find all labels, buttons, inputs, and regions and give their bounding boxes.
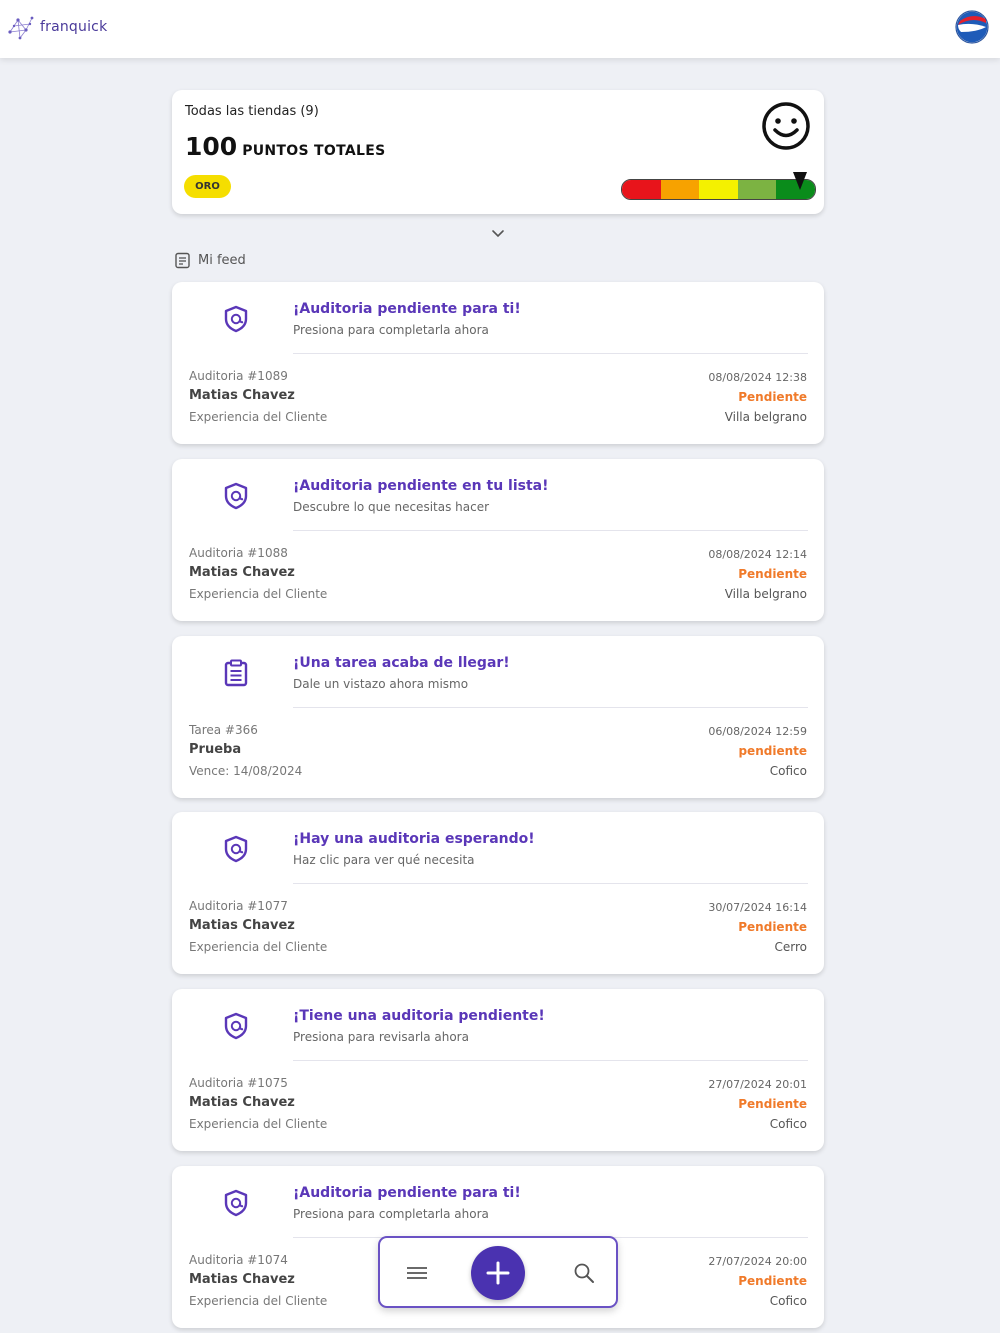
add-button[interactable] bbox=[471, 1246, 525, 1300]
feed-card-status: Pendiente bbox=[738, 1274, 807, 1288]
feed-card[interactable]: ¡Tiene una auditoria pendiente! Presiona … bbox=[172, 989, 824, 1151]
shield-audit-icon bbox=[224, 1012, 248, 1040]
meter-pointer-icon bbox=[793, 172, 808, 190]
feed-card-status: Pendiente bbox=[738, 1097, 807, 1111]
shield-audit-icon bbox=[224, 1189, 248, 1217]
feed-card-person: Matias Chavez bbox=[189, 565, 295, 580]
feed-card-datetime: 08/08/2024 12:14 bbox=[708, 548, 807, 561]
feed-card-person: Matias Chavez bbox=[189, 388, 295, 403]
pepsi-logo-icon[interactable] bbox=[955, 10, 989, 44]
app-logo[interactable]: franquick bbox=[6, 12, 107, 42]
feed-card-reference: Tarea #366 bbox=[189, 723, 258, 737]
feed-card-person: Matias Chavez bbox=[189, 1095, 295, 1110]
feed-card-status: Pendiente bbox=[738, 390, 807, 404]
performance-meter bbox=[621, 179, 816, 200]
chevron-down-icon[interactable] bbox=[490, 226, 506, 242]
feed-card-store: Cofico bbox=[769, 1294, 807, 1308]
feed-header: Mi feed bbox=[174, 252, 246, 269]
divider bbox=[293, 353, 808, 354]
feed-header-label: Mi feed bbox=[198, 253, 246, 268]
feed-card-subtitle: Dale un vistazo ahora mismo bbox=[293, 677, 469, 691]
feed-card-title: ¡Una tarea acaba de llegar! bbox=[293, 655, 510, 671]
feed-card-title: ¡Auditoria pendiente para ti! bbox=[293, 1185, 521, 1201]
network-logo-icon bbox=[8, 16, 34, 40]
feed-card-datetime: 27/07/2024 20:00 bbox=[708, 1255, 807, 1268]
feed-card-store: Villa belgrano bbox=[724, 587, 807, 601]
feed-card-datetime: 30/07/2024 16:14 bbox=[708, 901, 807, 914]
feed-card-subtitle: Haz clic para ver qué necesita bbox=[293, 853, 475, 867]
points-label: Puntos totales bbox=[242, 143, 386, 159]
feed-card-reference: Auditoria #1074 bbox=[189, 1253, 288, 1267]
feed-card[interactable]: ¡Auditoria pendiente para ti! Presiona pa… bbox=[172, 282, 824, 444]
stores-label: Todas las tiendas (9) bbox=[185, 104, 319, 119]
meter-segment bbox=[699, 180, 738, 199]
feed-card-datetime: 06/08/2024 12:59 bbox=[708, 725, 807, 738]
feed-card[interactable]: ¡Hay una auditoria esperando! Haz clic pa… bbox=[172, 812, 824, 974]
feed-card-store: Villa belgrano bbox=[724, 410, 807, 424]
level-badge: ORO bbox=[184, 175, 231, 198]
divider bbox=[293, 707, 808, 708]
search-icon[interactable] bbox=[573, 1262, 595, 1284]
hamburger-menu-icon[interactable] bbox=[405, 1263, 429, 1283]
divider bbox=[293, 530, 808, 531]
document-icon bbox=[175, 252, 190, 269]
feed-card-category: Experiencia del Cliente bbox=[189, 587, 328, 601]
feed-card-store: Cofico bbox=[769, 764, 807, 778]
clipboard-task-icon bbox=[224, 659, 248, 687]
feed-card-person: Prueba bbox=[189, 742, 242, 757]
feed-card-title: ¡Hay una auditoria esperando! bbox=[293, 831, 535, 847]
feed-card-title: ¡Auditoria pendiente para ti! bbox=[293, 301, 521, 317]
smiley-face-icon bbox=[762, 102, 810, 150]
top-bar: franquick bbox=[0, 0, 1000, 58]
bottom-navigation bbox=[378, 1236, 618, 1308]
meter-segment bbox=[737, 180, 777, 199]
divider bbox=[293, 1060, 808, 1061]
feed-card[interactable]: ¡Auditoria pendiente en tu lista! Descubr… bbox=[172, 459, 824, 621]
feed-card-reference: Auditoria #1075 bbox=[189, 1076, 288, 1090]
feed-card-status: Pendiente bbox=[738, 920, 807, 934]
points-summary-card[interactable]: Todas las tiendas (9) 100 Puntos totales… bbox=[172, 90, 824, 214]
feed-card-category: Experiencia del Cliente bbox=[189, 940, 328, 954]
feed-card-reference: Auditoria #1077 bbox=[189, 899, 288, 913]
feed-card-store: Cofico bbox=[769, 1117, 807, 1131]
meter-segment bbox=[622, 180, 661, 199]
total-points: 100 Puntos totales bbox=[185, 132, 385, 161]
shield-audit-icon bbox=[224, 482, 248, 510]
app-name: franquick bbox=[40, 19, 108, 35]
feed-card-subtitle: Presiona para revisarla ahora bbox=[293, 1030, 469, 1044]
meter-segment bbox=[660, 180, 700, 199]
plus-icon bbox=[486, 1261, 510, 1285]
feed-card-person: Matias Chavez bbox=[189, 1272, 295, 1287]
feed-card-category: Experiencia del Cliente bbox=[189, 1117, 328, 1131]
feed-card-category: Experiencia del Cliente bbox=[189, 410, 328, 424]
divider bbox=[293, 883, 808, 884]
feed-card-person: Matias Chavez bbox=[189, 918, 295, 933]
feed-card-subtitle: Descubre lo que necesitas hacer bbox=[293, 500, 490, 514]
shield-audit-icon bbox=[224, 835, 248, 863]
feed-card-reference: Auditoria #1088 bbox=[189, 546, 288, 560]
feed-card-status: Pendiente bbox=[738, 567, 807, 581]
feed-card-status: pendiente bbox=[738, 744, 807, 758]
feed-card-datetime: 08/08/2024 12:38 bbox=[708, 371, 807, 384]
shield-audit-icon bbox=[224, 305, 248, 333]
feed-card-subtitle: Presiona para completarla ahora bbox=[293, 1207, 489, 1221]
feed-card[interactable]: ¡Una tarea acaba de llegar! Dale un vista… bbox=[172, 636, 824, 798]
points-value: 100 bbox=[185, 132, 238, 161]
feed-card-datetime: 27/07/2024 20:01 bbox=[708, 1078, 807, 1091]
feed-card-reference: Auditoria #1089 bbox=[189, 369, 288, 383]
feed-card-category: Experiencia del Cliente bbox=[189, 1294, 328, 1308]
feed-card-store: Cerro bbox=[774, 940, 808, 954]
feed-card-category: Vence: 14/08/2024 bbox=[189, 764, 303, 778]
feed-card-subtitle: Presiona para completarla ahora bbox=[293, 323, 489, 337]
feed-card-title: ¡Tiene una auditoria pendiente! bbox=[293, 1008, 545, 1024]
feed-card-title: ¡Auditoria pendiente en tu lista! bbox=[293, 478, 549, 494]
